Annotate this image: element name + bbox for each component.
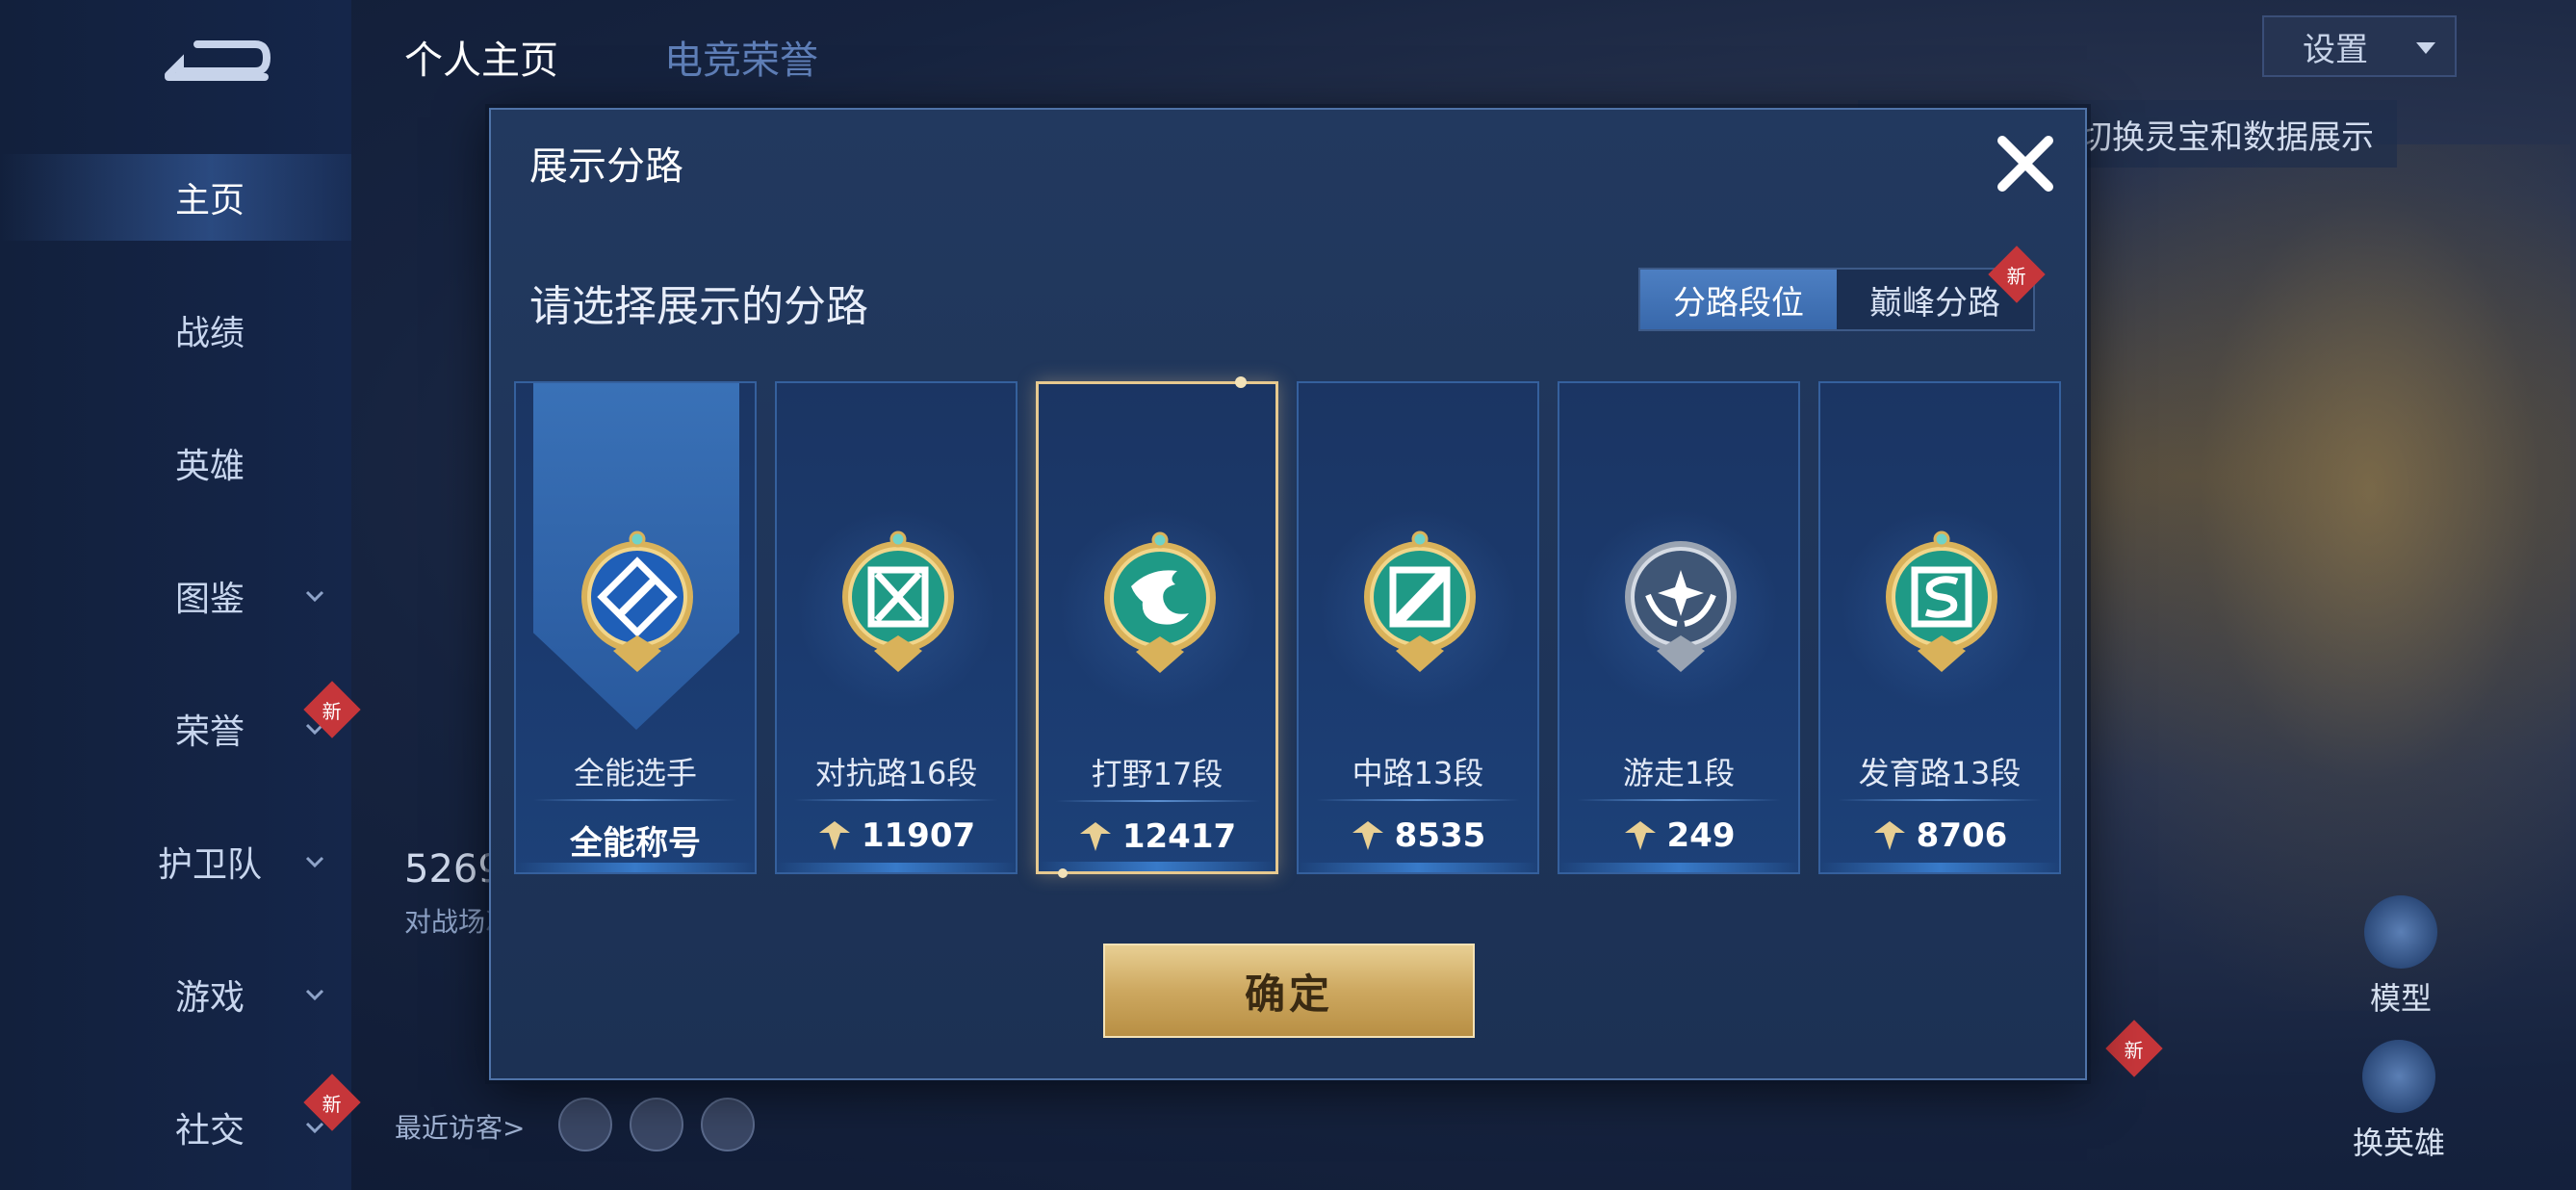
roam-emblem-icon (1625, 541, 1737, 672)
lane-card-roam[interactable]: 游走1段 249 (1558, 381, 1800, 874)
rank-points-icon (1624, 821, 1656, 850)
lane-card-score: 249 (1559, 816, 1798, 855)
dialog-subtitle: 请选择展示的分路 (529, 282, 868, 331)
nav-item-records[interactable]: 战绩 (0, 287, 351, 374)
avatar[interactable] (701, 1098, 755, 1151)
lane-card-jungle[interactable]: 打野17段 12417 (1036, 376, 1278, 878)
avatar[interactable] (630, 1098, 683, 1151)
lane-card-name: 游走1段 (1622, 755, 1736, 791)
lane-card-score: 8535 (1299, 816, 1537, 855)
rank-points-icon (1352, 821, 1383, 850)
nav-item-social[interactable]: 社交 新 (0, 1074, 361, 1171)
lane-card-name: 打野17段 (1091, 756, 1224, 792)
nav-label: 社交 (175, 1111, 245, 1151)
model-button[interactable]: 模型 (2364, 895, 2437, 1019)
card-glow (1559, 863, 1798, 872)
card-glow (1820, 863, 2059, 872)
jungle-emblem-icon (1104, 531, 1216, 673)
lane-card-all-round[interactable]: 全能选手 全能称号 (514, 381, 757, 874)
nav-label: 图鉴 (175, 580, 245, 619)
toggle-lane-rank[interactable]: 分路段位 (1640, 270, 1837, 329)
model-icon (2364, 895, 2437, 969)
new-badge: 新 (2105, 1020, 2163, 1077)
avatar[interactable] (558, 1098, 612, 1151)
lane-card-clash-lane[interactable]: 对抗路16段 11907 (775, 381, 1018, 874)
stat-value: 5269 (404, 847, 502, 892)
hero-artwork-background (2070, 144, 2570, 1011)
nav-label: 英雄 (175, 447, 245, 486)
divider (1056, 800, 1260, 802)
lane-card-score: 11907 (777, 816, 1016, 855)
rank-points-icon (1873, 821, 1905, 850)
nav-item-home[interactable]: 主页 (0, 154, 351, 241)
lane-card-score: 8706 (1820, 816, 2059, 855)
nav-label: 战绩 (175, 314, 245, 353)
lane-card-name: 发育路13段 (1858, 755, 2022, 791)
divider (794, 799, 998, 801)
switch-hero-icon (2362, 1040, 2435, 1113)
lane-card-score: 全能称号 (516, 816, 755, 864)
card-glow (1299, 863, 1537, 872)
left-navigation: 主页 战绩 英雄 图鉴 荣誉 新 护卫队 游戏 社交 新 (0, 0, 361, 1190)
nav-item-honor[interactable]: 荣誉 新 (0, 681, 361, 772)
model-label: 模型 (2369, 980, 2432, 1017)
confirm-button[interactable]: 确定 (1103, 944, 1475, 1038)
lane-display-dialog: 展示分路 请选择展示的分路 分路段位 巅峰分路 新 全能选手 全能称号 对抗路1… (489, 108, 2087, 1080)
nav-label: 护卫队 (158, 845, 263, 885)
nav-label: 主页 (175, 181, 245, 220)
divider (1577, 799, 1781, 801)
score-value: 12417 (1121, 817, 1237, 856)
nav-item-games[interactable]: 游戏 (0, 951, 351, 1038)
tab-esports-honor[interactable]: 电竞荣誉 (664, 29, 818, 85)
farm-lane-emblem-icon (1886, 530, 1997, 672)
back-arrow-icon (165, 40, 271, 81)
hint-text: 切换灵宝和数据展示 (2079, 117, 2374, 157)
rank-points-icon (818, 821, 850, 850)
nav-item-heroes[interactable]: 英雄 (0, 420, 351, 506)
score-value: 8706 (1916, 816, 2008, 855)
card-glow (1039, 862, 1275, 871)
score-value: 全能称号 (570, 824, 701, 863)
nav-label: 荣誉 (175, 712, 245, 752)
lane-card-name: 全能选手 (573, 755, 697, 791)
dialog-title: 展示分路 (529, 144, 683, 189)
clash-lane-emblem-icon (842, 530, 954, 672)
settings-dropdown[interactable]: 设置 (2262, 15, 2457, 77)
nav-item-guard-team[interactable]: 护卫队 (0, 818, 351, 905)
switch-hero-label: 换英雄 (2353, 1125, 2446, 1161)
rank-points-icon (1079, 822, 1111, 851)
close-icon (1997, 136, 2053, 192)
lane-card-name: 对抗路16段 (814, 755, 978, 791)
score-value: 8535 (1394, 816, 1486, 855)
chevron-down-icon (305, 590, 324, 603)
chevron-down-icon (305, 856, 324, 868)
visitor-avatars (558, 1098, 755, 1151)
all-round-emblem-icon (581, 530, 693, 672)
switch-hero-button[interactable]: 换英雄 (2353, 1040, 2445, 1163)
card-glow (777, 863, 1016, 872)
lane-cards: 全能选手 全能称号 对抗路16段 11907 打野17段 12417 中路13段… (514, 376, 2066, 878)
chevron-down-icon (305, 989, 324, 1001)
tab-profile[interactable]: 个人主页 (404, 29, 558, 85)
divider (1316, 799, 1520, 801)
score-value: 11907 (861, 816, 976, 855)
divider (1838, 799, 2042, 801)
confirm-label: 确定 (1244, 970, 1333, 1018)
lane-card-mid-lane[interactable]: 中路13段 8535 (1297, 381, 1539, 874)
close-button[interactable] (1989, 127, 2062, 200)
mid-lane-emblem-icon (1364, 530, 1476, 672)
settings-label: 设置 (2303, 30, 2368, 69)
lane-mode-toggle: 分路段位 巅峰分路 (1638, 268, 2035, 331)
divider (533, 799, 737, 801)
back-button[interactable] (159, 29, 274, 96)
nav-label: 游戏 (175, 978, 245, 1018)
card-glow (516, 863, 755, 872)
recent-visitors-link[interactable]: 最近访客> (395, 1107, 525, 1146)
caret-down-icon (2416, 42, 2435, 54)
lane-card-farm-lane[interactable]: 发育路13段 8706 (1818, 381, 2061, 874)
lane-card-name: 中路13段 (1352, 755, 1484, 791)
score-value: 249 (1666, 816, 1736, 855)
nav-item-codex[interactable]: 图鉴 (0, 553, 351, 639)
lane-card-score: 12417 (1039, 817, 1275, 856)
